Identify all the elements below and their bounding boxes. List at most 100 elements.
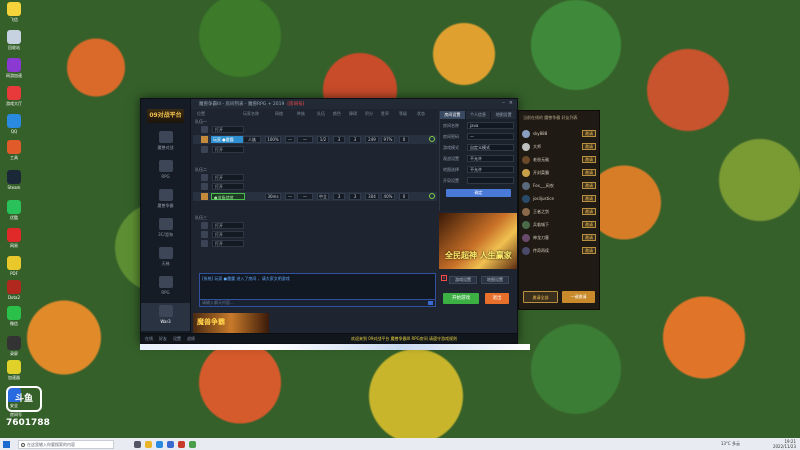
chat-input[interactable]: 请输入聊天内容... bbox=[199, 299, 436, 307]
nav-icon bbox=[158, 305, 173, 317]
status-item[interactable]: 在线 bbox=[145, 336, 153, 342]
column-header: 状态 bbox=[417, 111, 425, 116]
ad-banner[interactable]: 全民超神 人生赢家 bbox=[439, 213, 517, 269]
nav-item[interactable]: 天梯 bbox=[141, 245, 190, 273]
desktop-icon[interactable]: 网游加速 bbox=[4, 58, 24, 88]
nav-item[interactable]: 3C/澄海 bbox=[141, 216, 190, 244]
game-banner[interactable]: 魔兽争霸 bbox=[193, 313, 269, 333]
desktop-icon[interactable]: 游戏大厅 bbox=[4, 86, 24, 116]
settings-tab[interactable]: 地图设置 bbox=[491, 111, 518, 119]
explorer-icon[interactable] bbox=[145, 440, 152, 448]
field-value[interactable]: java bbox=[467, 122, 514, 129]
room-number-label: [房间号] bbox=[287, 102, 305, 107]
slot-status-select[interactable]: 打开 bbox=[212, 126, 244, 133]
field-value[interactable]: — bbox=[467, 133, 514, 140]
player-avatar bbox=[201, 136, 208, 143]
column-header: 种族 bbox=[297, 111, 305, 116]
field-value[interactable]: 不允许 bbox=[467, 166, 514, 173]
desktop-icon[interactable]: 网易 bbox=[4, 228, 24, 258]
field-value[interactable]: 自定义模式 bbox=[467, 144, 514, 151]
send-icon[interactable] bbox=[428, 301, 433, 305]
minimize-icon[interactable]: – bbox=[502, 100, 505, 106]
slot-status-select[interactable]: 打开 bbox=[212, 222, 244, 229]
field-value[interactable]: 不允许 bbox=[467, 155, 514, 162]
task-view-icon[interactable] bbox=[134, 440, 141, 448]
taskbar-search[interactable]: 在这里输入你要搜索的内容 bbox=[18, 439, 114, 449]
invite-button[interactable]: 邀请 bbox=[582, 247, 596, 254]
game-app-icon[interactable] bbox=[178, 440, 185, 448]
desktop-icon[interactable]: 工具 bbox=[4, 140, 24, 170]
slot-status-select[interactable]: 打开 bbox=[212, 174, 244, 181]
desktop-icon[interactable]: 微信 bbox=[4, 306, 24, 336]
room-slots-grid: 位置 玩家名称 网络 种族 队伍 颜色 障碍 积分 胜率 等级 状态 队伍一 打开 玩家 ●雷霆 人族 10… bbox=[193, 111, 437, 271]
invite-button[interactable]: 邀请 bbox=[582, 195, 596, 202]
app-icon bbox=[7, 114, 21, 128]
friend-avatar bbox=[522, 246, 530, 255]
taskbar-apps bbox=[134, 440, 196, 448]
watermark-logo: 斗鱼 bbox=[6, 386, 42, 412]
column-header: 队伍 bbox=[317, 111, 325, 116]
invite-all-button[interactable]: 邀请全部 bbox=[523, 291, 558, 303]
field-value[interactable] bbox=[467, 177, 514, 184]
friend-row: josiljustice 邀请 bbox=[519, 192, 599, 205]
invite-button[interactable]: 邀请 bbox=[582, 208, 596, 215]
nav-item[interactable]: RPG bbox=[141, 158, 190, 186]
settings-field: 观战设置 不允许 bbox=[440, 154, 517, 163]
nav-item[interactable]: 魔兽争霸 bbox=[141, 187, 190, 215]
chrome-icon[interactable] bbox=[189, 440, 196, 448]
friend-name: 老爸无敌 bbox=[533, 156, 549, 162]
column-header: 积分 bbox=[365, 111, 373, 116]
windows-start-icon[interactable] bbox=[3, 440, 10, 448]
invite-button[interactable]: 邀请 bbox=[582, 182, 596, 189]
game-settings-button[interactable]: 游戏设置 bbox=[449, 276, 477, 284]
slot-status-select[interactable]: 打开 bbox=[212, 240, 244, 247]
field-label: 观战设置 bbox=[443, 155, 459, 161]
invite-button[interactable]: 邀请 bbox=[582, 169, 596, 176]
player-cell: 人族 bbox=[243, 136, 261, 143]
status-item[interactable]: 好友 bbox=[159, 336, 167, 342]
status-item[interactable]: 战绩 bbox=[187, 336, 195, 342]
close-icon[interactable]: × bbox=[509, 100, 513, 106]
desktop-icon[interactable]: 飞信 bbox=[4, 2, 24, 32]
player-cell: — bbox=[297, 136, 313, 143]
invite-button[interactable]: 邀请 bbox=[582, 234, 596, 241]
friend-avatar bbox=[522, 233, 530, 242]
slot-status-select[interactable]: 打开 bbox=[212, 231, 244, 238]
slot-status-select[interactable]: 打开 bbox=[212, 146, 244, 153]
invite-button[interactable]: 邀请 bbox=[582, 143, 596, 150]
nav-item[interactable]: War3 bbox=[141, 303, 190, 331]
invite-button[interactable]: 邀请 bbox=[582, 156, 596, 163]
friend-avatar bbox=[522, 181, 530, 190]
confirm-button[interactable]: 确定 bbox=[446, 189, 511, 197]
app-icon bbox=[7, 256, 21, 270]
edge-icon[interactable] bbox=[156, 440, 163, 448]
column-header: 颜色 bbox=[333, 111, 341, 116]
player-row[interactable]: 玩家 ●雷霆 人族 100% — — 1/2 3 3 249 97% 0 bbox=[193, 135, 437, 144]
map-settings-button[interactable]: 地图设置 bbox=[481, 276, 509, 284]
settings-tab[interactable]: 房间设置 bbox=[440, 111, 466, 119]
slot-icon bbox=[201, 183, 208, 190]
settings-tab[interactable]: 个人信息 bbox=[465, 111, 492, 119]
close-icon[interactable]: × bbox=[441, 275, 447, 281]
quit-button[interactable]: 退出 bbox=[485, 293, 509, 304]
player-cell: 3 bbox=[333, 193, 345, 200]
desktop-icon[interactable]: 回收站 bbox=[4, 30, 24, 60]
nav-item[interactable]: 魔兽对战 bbox=[141, 129, 190, 157]
store-icon[interactable] bbox=[167, 440, 174, 448]
invite-button[interactable]: 邀请 bbox=[582, 221, 596, 228]
player-avatar bbox=[201, 193, 208, 200]
desktop-icon[interactable]: 优酷 bbox=[4, 200, 24, 230]
invite-button[interactable]: 邀请 bbox=[582, 130, 596, 137]
start-game-button[interactable]: 开始游戏 bbox=[443, 293, 479, 304]
desktop-icon[interactable]: Steam bbox=[4, 170, 24, 200]
player-row[interactable]: ●准备就绪 30ms — — 中立 3 3 304 40% 0 bbox=[193, 192, 437, 201]
slot-status-select[interactable]: 打开 bbox=[212, 183, 244, 190]
one-click-invite-button[interactable]: 一键邀请 bbox=[562, 291, 595, 303]
team-group: 队伍三 打开 打开 打开 bbox=[193, 215, 437, 248]
status-item[interactable]: 设置 bbox=[173, 336, 181, 342]
clock[interactable]: 19:21 2022/11/23 bbox=[773, 439, 796, 449]
app-icon bbox=[7, 336, 21, 350]
friend-avatar bbox=[522, 207, 530, 216]
status-bar: 在线 好友 设置 战绩 欢迎来到 09对战平台 魔兽争霸III RPG房间 请遵守游戏规… bbox=[141, 333, 517, 343]
nav-item[interactable]: RPG bbox=[141, 274, 190, 302]
